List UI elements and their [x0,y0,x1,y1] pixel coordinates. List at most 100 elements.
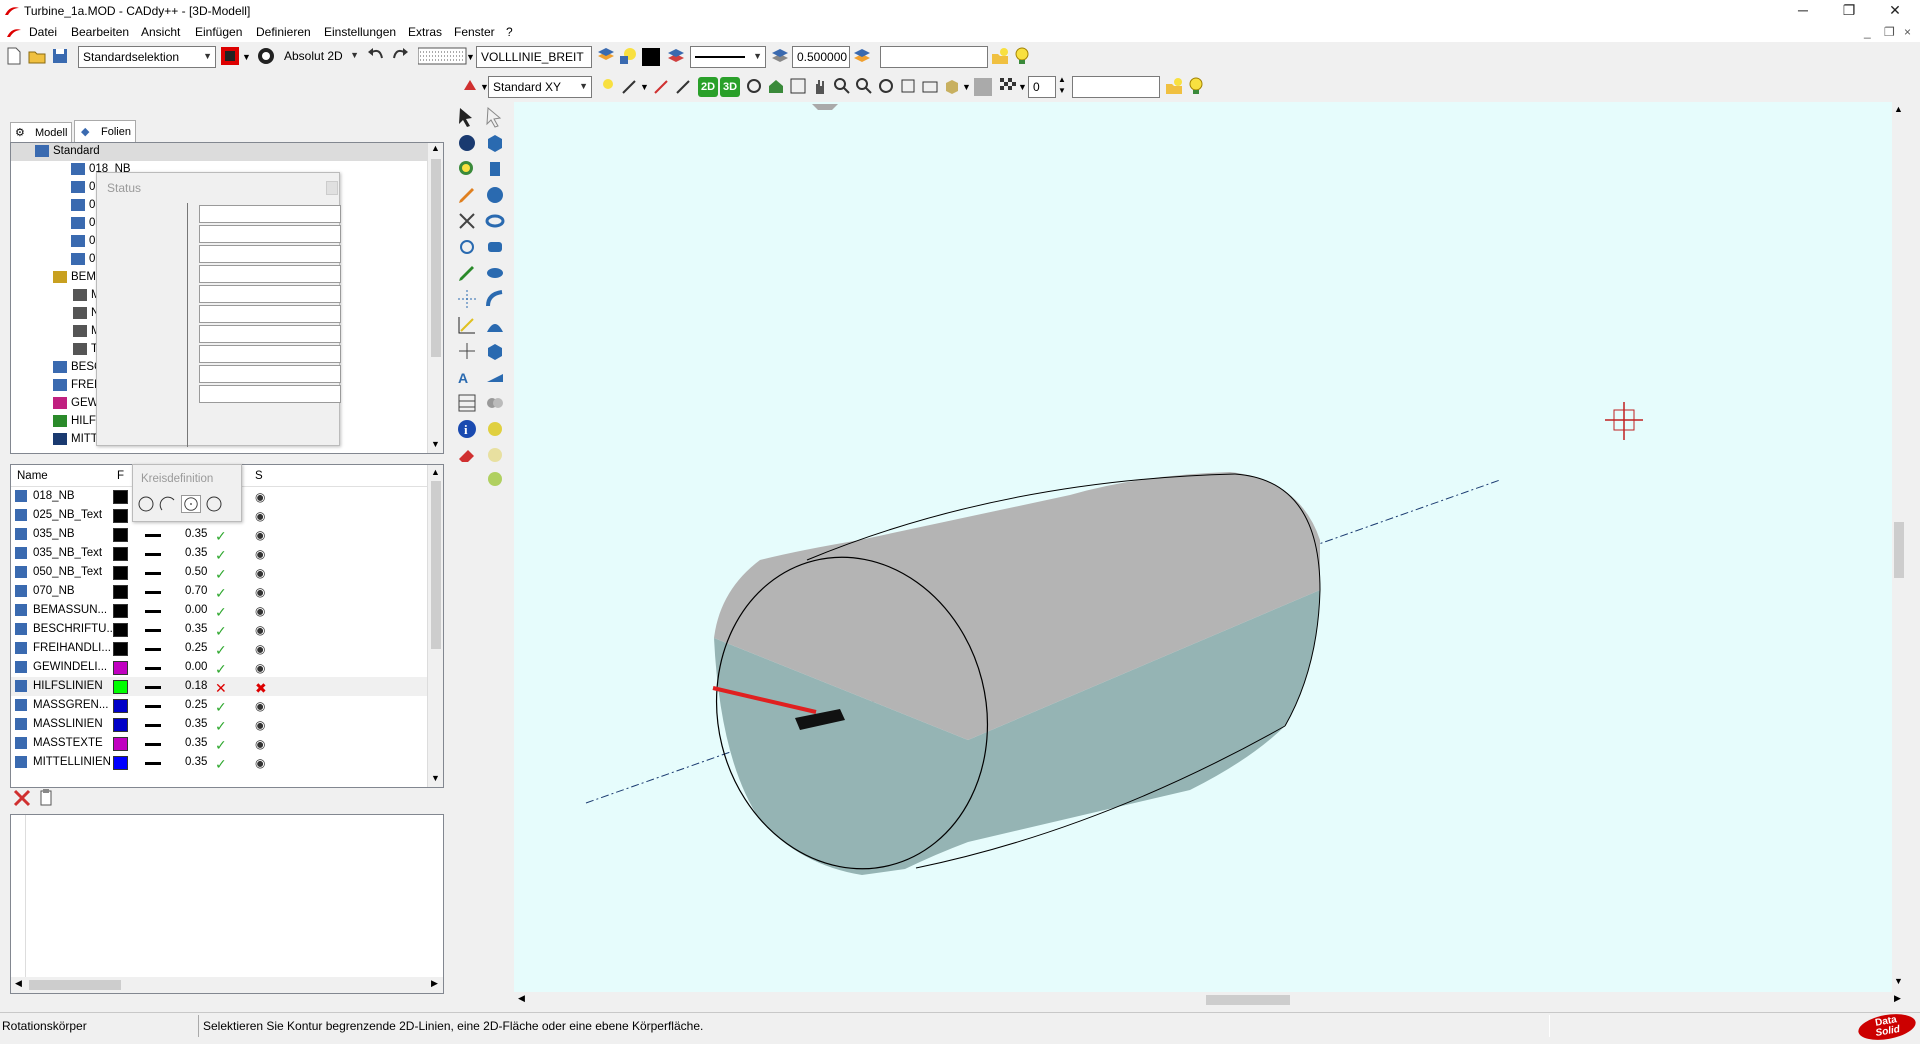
layer-row[interactable]: MASSGREN... 0.25 ✓ ◉ [11,696,439,715]
rotate-icon[interactable] [456,236,478,258]
layer-table-scrollbar[interactable]: ▲ ▼ [427,465,443,787]
status-field-1[interactable] [199,205,341,223]
render-mode-icon[interactable] [460,76,480,96]
line-style-field[interactable]: VOLLLINIE_BREIT [476,46,592,68]
minimize-button[interactable]: ─ [1780,0,1826,22]
view-3d-button[interactable]: 3D [720,77,740,97]
view-select[interactable]: Standard XY ▼ [488,76,592,98]
shaded-cube-icon[interactable] [942,76,962,96]
view-light-icon[interactable] [598,76,618,96]
viewport-hscroll-thumb[interactable] [1206,995,1290,1005]
zoom-fit-icon[interactable] [876,76,896,96]
view-settings-icon[interactable] [920,76,940,96]
layer-color-swatch[interactable] [113,528,128,542]
checker-pattern-icon[interactable] [998,76,1018,96]
select-arrow-outline-icon[interactable] [484,106,506,128]
eye-icon[interactable]: ◉ [255,756,265,770]
tree-scrollbar[interactable]: ▲ ▼ [427,143,443,453]
line-type-preview[interactable] [145,705,161,708]
visible-check-icon[interactable]: ✓ [215,528,227,545]
chevron-down-icon[interactable]: ▼ [242,52,251,62]
layer-row[interactable]: 035_NB_Text 0.35 ✓ ◉ [11,544,439,563]
pen-width-icon[interactable] [770,46,790,66]
visible-check-icon[interactable]: ✓ [215,604,227,621]
spin-arrows-icon[interactable]: ▲ ▼ [1058,74,1066,96]
open-folder-icon[interactable] [27,46,47,66]
layer-stack-icon[interactable] [666,46,686,66]
coordinate-mode-select[interactable]: Absolut 2D ▼ [280,46,362,68]
visible-check-icon[interactable]: ✓ [215,718,227,735]
layer-row[interactable]: 035_NB 0.35 ✓ ◉ [11,525,439,544]
gray-swatch[interactable] [974,78,992,96]
cube-solid-icon[interactable] [484,132,506,154]
layer-color-swatch[interactable] [113,566,128,580]
line-type-preview[interactable] [145,648,161,651]
status-field-7[interactable] [199,325,341,343]
tree-item[interactable]: HILF [11,413,96,431]
layer-color-swatch[interactable] [113,623,128,637]
eye-icon[interactable]: ◉ [255,528,265,542]
scroll-right-icon[interactable]: ▶ [431,978,438,989]
layer-color-swatch[interactable] [113,718,128,732]
status-popup-close-icon[interactable] [326,181,338,195]
status-field-3[interactable] [199,245,341,263]
eraser-icon[interactable] [456,444,478,466]
text-ab-icon[interactable]: A [456,366,478,388]
current-color-swatch[interactable] [642,48,660,66]
sphere-dark-icon[interactable] [456,132,478,154]
viewport-hscrollbar[interactable]: ◀ ▶ [514,992,1906,1008]
layer-row[interactable]: MASSTEXTE 0.35 ✓ ◉ [11,734,439,753]
folder-light-icon[interactable] [1164,76,1184,96]
layer-row[interactable]: GEWINDELI... 0.00 ✓ ◉ [11,658,439,677]
layer-row[interactable]: MITTELLINIEN 0.35 ✓ ◉ [11,753,439,772]
eye-icon[interactable]: ◉ [255,490,265,504]
scroll-up-icon[interactable]: ▲ [1894,104,1903,114]
layer-color-swatch[interactable] [113,737,128,751]
tree-item[interactable]: N [11,305,99,323]
circle-center-icon[interactable] [181,495,201,513]
folder-light-icon[interactable] [990,46,1010,66]
eye-icon[interactable]: ◉ [255,547,265,561]
visible-check-icon[interactable]: ✓ [215,623,227,640]
tree-root-standard[interactable]: Standard [11,143,427,161]
mdi-restore-button[interactable]: ❐ [1884,25,1895,39]
close-button[interactable]: ✕ [1872,0,1918,22]
menu-einstellungen[interactable]: Einstellungen [324,25,396,39]
layer-table-scrollbar-thumb[interactable] [431,481,441,649]
layer-color-swatch[interactable] [113,509,128,523]
tree-item[interactable]: T [11,341,98,359]
offset-icon[interactable] [456,340,478,362]
menu-datei[interactable]: Datei [29,25,57,39]
wedge-icon[interactable] [484,366,506,388]
status-field-2[interactable] [199,225,341,243]
view-2d-button[interactable]: 2D [698,77,718,97]
line-type-preview[interactable] [145,591,161,594]
status-field-10[interactable] [199,385,341,403]
locked-eye-icon[interactable]: ✖ [255,680,267,697]
undo-icon[interactable] [366,46,386,66]
menu-help[interactable]: ? [506,25,513,39]
menu-einfuegen[interactable]: Einfügen [195,25,242,39]
menu-extras[interactable]: Extras [408,25,442,39]
layer-row[interactable]: HILFSLINIEN 0.18 ✕ ✖ [11,677,439,696]
intersect-spheres-icon[interactable] [484,444,506,466]
scissors-icon[interactable] [456,210,478,232]
sphere-blue-icon[interactable] [484,184,506,206]
new-file-icon[interactable] [4,46,24,66]
mdi-minimize-button[interactable]: _ [1864,25,1871,39]
tree-item[interactable]: BESC [11,359,102,377]
tree-item[interactable]: M [11,287,101,305]
union-spheres-icon[interactable] [484,392,506,414]
tree-scrollbar-thumb[interactable] [431,159,441,357]
scroll-left-icon[interactable]: ◀ [15,978,22,989]
cylinder-icon[interactable] [484,158,506,180]
chevron-down-icon[interactable]: ▼ [1018,82,1027,92]
visible-check-icon[interactable]: ✓ [215,699,227,716]
pan-hand-icon[interactable] [810,76,830,96]
properties-hscroll-thumb[interactable] [29,980,121,990]
info-icon[interactable]: i [456,418,478,440]
eye-icon[interactable]: ◉ [255,509,265,523]
zoom-window-icon[interactable] [788,76,808,96]
visible-check-icon[interactable]: ✓ [215,661,227,678]
layer-row[interactable]: 070_NB 0.70 ✓ ◉ [11,582,439,601]
